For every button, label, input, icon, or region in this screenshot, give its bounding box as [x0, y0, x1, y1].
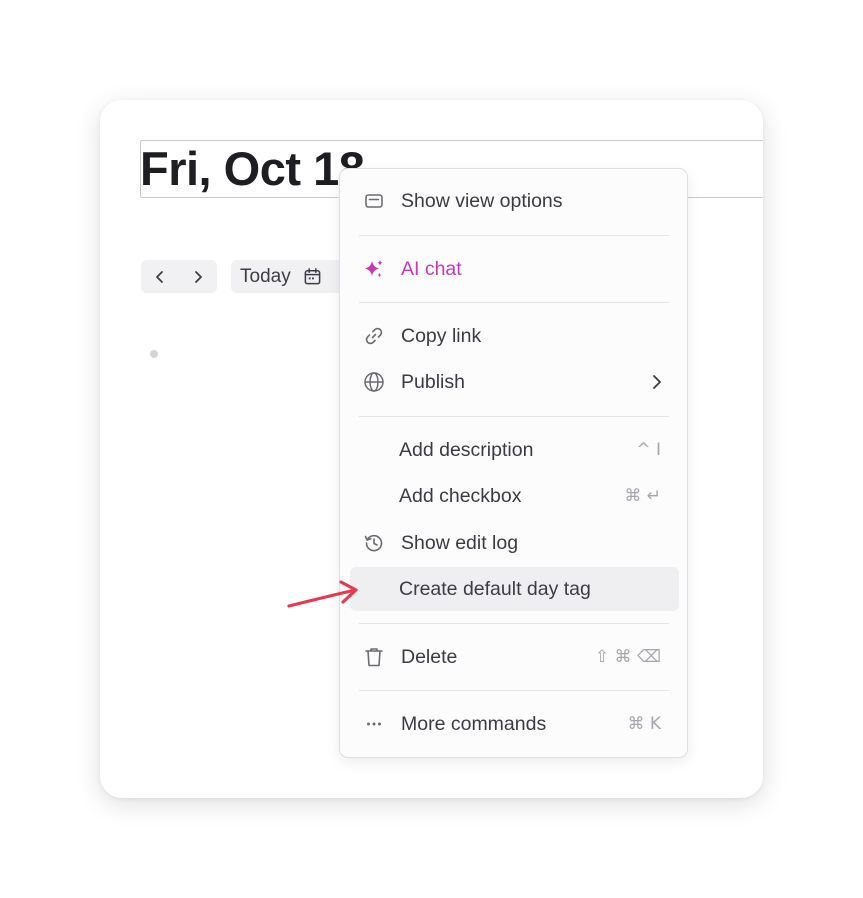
menu-item-delete[interactable]: Delete ⇧ ⌘ ⌫ [350, 635, 679, 679]
menu-item-show-edit-log[interactable]: Show edit log [350, 521, 679, 565]
empty-bullet[interactable] [150, 350, 158, 358]
menu-item-label: Publish [401, 370, 465, 393]
menu-divider [359, 416, 669, 417]
page-title[interactable]: Fri, Oct 18 [140, 142, 365, 196]
next-day-button[interactable] [184, 263, 212, 291]
sparkles-icon [362, 257, 386, 281]
menu-item-label: Show view options [401, 189, 563, 212]
prev-day-button[interactable] [146, 263, 174, 291]
menu-item-add-checkbox[interactable]: Add checkbox ⌘ ↵ [350, 474, 679, 518]
menu-item-publish[interactable]: Publish [350, 360, 679, 404]
globe-icon [362, 370, 386, 394]
chevron-right-icon [653, 375, 661, 389]
menu-divider [359, 623, 669, 624]
ellipsis-icon [362, 712, 386, 736]
menu-item-label: Add checkbox [399, 484, 522, 507]
menu-item-label: More commands [401, 712, 547, 735]
shortcut-hint: ⌘ K [627, 714, 661, 734]
menu-item-create-default-day-tag[interactable]: Create default day tag [350, 567, 679, 611]
menu-item-label: AI chat [401, 257, 462, 280]
today-label: Today [240, 265, 291, 287]
menu-divider [359, 690, 669, 691]
context-menu: Show view options AI chat Copy link Publ… [339, 168, 688, 758]
calendar-icon [304, 268, 321, 285]
trash-icon [362, 645, 386, 669]
red-arrow-annotation [287, 580, 358, 608]
shortcut-hint: ⇧ ⌘ ⌫ [594, 647, 661, 667]
date-nav-group [141, 260, 217, 293]
menu-item-add-description[interactable]: Add description ^ I [350, 428, 679, 472]
menu-divider [359, 302, 669, 303]
menu-item-label: Delete [401, 645, 458, 668]
menu-divider [359, 235, 669, 236]
shortcut-hint: ^ I [636, 440, 661, 460]
menu-item-label: Copy link [401, 324, 482, 347]
history-icon [362, 531, 386, 555]
menu-item-label: Create default day tag [399, 577, 591, 600]
panel-icon [362, 189, 386, 213]
menu-item-label: Add description [399, 438, 534, 461]
menu-item-show-view-options[interactable]: Show view options [350, 179, 679, 223]
today-button[interactable]: Today [231, 260, 351, 293]
menu-item-ai-chat[interactable]: AI chat [350, 247, 679, 291]
link-icon [362, 324, 386, 348]
chevron-right-icon [195, 270, 202, 283]
menu-item-label: Show edit log [401, 531, 519, 554]
chevron-left-icon [156, 270, 163, 283]
menu-item-copy-link[interactable]: Copy link [350, 314, 679, 358]
menu-item-more-commands[interactable]: More commands ⌘ K [350, 702, 679, 746]
shortcut-hint: ⌘ ↵ [624, 486, 661, 506]
